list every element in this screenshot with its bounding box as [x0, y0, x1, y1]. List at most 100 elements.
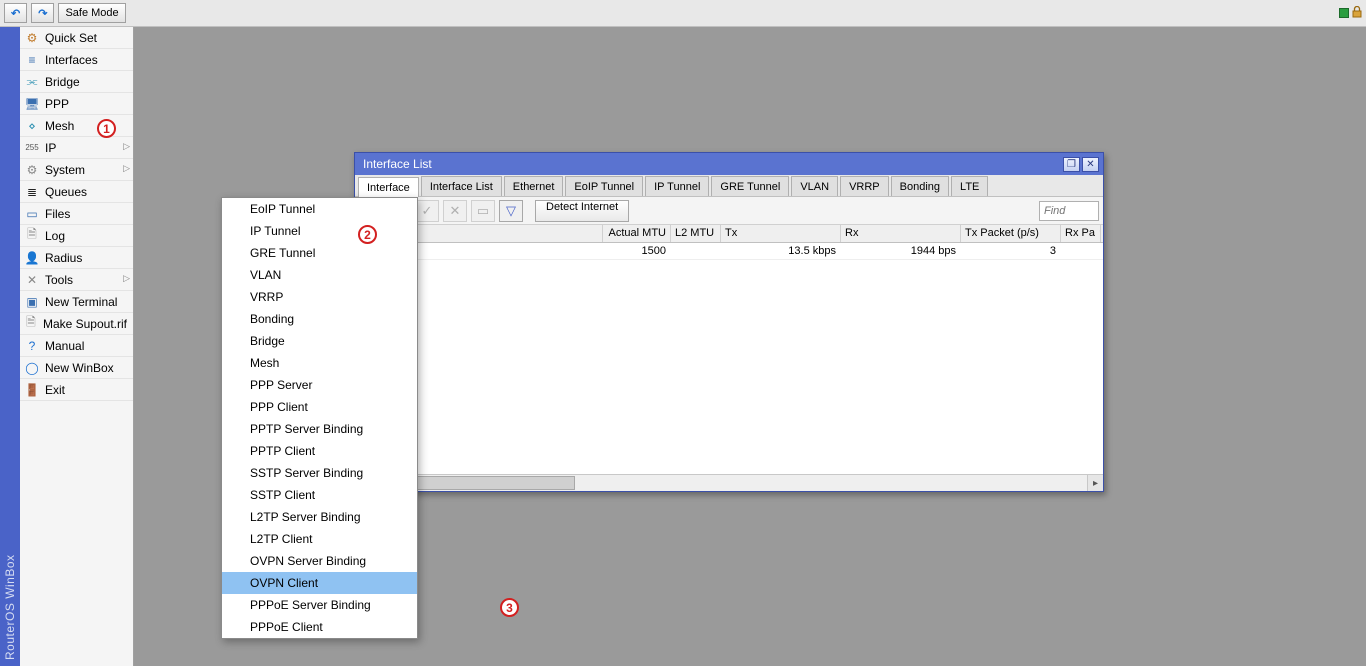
sidebar-item-ip[interactable]: 255IP▷: [20, 137, 133, 159]
sidebar-item-label: Exit: [45, 383, 127, 397]
sidebar-item-mesh[interactable]: ⋄Mesh: [20, 115, 133, 137]
tab-vrrp[interactable]: VRRP: [840, 176, 889, 196]
dropdown-item-mesh[interactable]: Mesh: [222, 352, 417, 374]
col-tx[interactable]: Tx: [721, 225, 841, 242]
filter-button[interactable]: ▽: [499, 200, 523, 222]
sidebar-item-log[interactable]: 🗎Log: [20, 225, 133, 247]
sidebar-item-exit[interactable]: 🚪 Exit: [20, 379, 133, 401]
tab-vlan[interactable]: VLAN: [791, 176, 838, 196]
dropdown-item-vrrp[interactable]: VRRP: [222, 286, 417, 308]
tools-icon: ✕: [24, 272, 40, 288]
dropdown-item-sstp-client[interactable]: SSTP Client: [222, 484, 417, 506]
annotation-3: 3: [500, 598, 519, 617]
horizontal-scrollbar[interactable]: ▸: [355, 474, 1103, 491]
annotation-2: 2: [358, 225, 377, 244]
lock-icon: [1352, 6, 1362, 21]
col-actual-mtu[interactable]: Actual MTU: [603, 225, 671, 242]
redo-button[interactable]: ↷: [31, 3, 54, 23]
scroll-right-button[interactable]: ▸: [1087, 475, 1103, 491]
dropdown-item-pppoe-client[interactable]: PPPoE Client: [222, 616, 417, 638]
window-titlebar[interactable]: Interface List ❐ ✕: [355, 153, 1103, 175]
app-title-bar: RouterOS WinBox: [0, 27, 20, 666]
main-toolbar: ↶ ↷ Safe Mode: [0, 0, 1366, 27]
safe-mode-button[interactable]: Safe Mode: [58, 3, 125, 23]
tab-gre-tunnel[interactable]: GRE Tunnel: [711, 176, 789, 196]
dropdown-item-sstp-server-binding[interactable]: SSTP Server Binding: [222, 462, 417, 484]
sidebar-item-tools[interactable]: ✕Tools▷: [20, 269, 133, 291]
radius-icon: 👤: [24, 250, 40, 266]
enable-button[interactable]: ✓: [415, 200, 439, 222]
grid-body[interactable]: 1500 13.5 kbps 1944 bps 3: [355, 243, 1103, 474]
cell-actual-mtu: 1500: [603, 245, 671, 257]
dropdown-item-l2tp-server-binding[interactable]: L2TP Server Binding: [222, 506, 417, 528]
dropdown-item-pptp-server-binding[interactable]: PPTP Server Binding: [222, 418, 417, 440]
window-toolbar: ✚▾ — ✓ ✕ ▭ ▽ Detect Internet: [355, 197, 1103, 225]
sidebar-item-queues[interactable]: ≣Queues: [20, 181, 133, 203]
dropdown-item-gre-tunnel[interactable]: GRE Tunnel: [222, 242, 417, 264]
tab-interface-list[interactable]: Interface List: [421, 176, 502, 196]
mesh-icon: ⋄: [24, 118, 40, 134]
sidebar-item-label: PPP: [45, 97, 127, 111]
col-rx[interactable]: Rx: [841, 225, 961, 242]
manual-icon: ?: [24, 338, 40, 354]
comment-button[interactable]: ▭: [471, 200, 495, 222]
sidebar-item-interfaces[interactable]: ≡Interfaces: [20, 49, 133, 71]
status-connected-icon: [1339, 8, 1349, 18]
window-title-text: Interface List: [363, 157, 432, 171]
sidebar-item-label: Log: [45, 229, 127, 243]
window-close-button[interactable]: ✕: [1082, 157, 1099, 172]
interface-list-window: Interface List ❐ ✕ InterfaceInterface Li…: [354, 152, 1104, 492]
ppp-icon: 🖥: [24, 96, 40, 112]
quick-set-icon: ⚙: [24, 30, 40, 46]
dropdown-item-pptp-client[interactable]: PPTP Client: [222, 440, 417, 462]
sidebar-item-manual[interactable]: ?Manual: [20, 335, 133, 357]
sidebar-item-label: New WinBox: [45, 361, 127, 375]
detect-internet-button[interactable]: Detect Internet: [535, 200, 629, 222]
dropdown-item-ovpn-server-binding[interactable]: OVPN Server Binding: [222, 550, 417, 572]
dropdown-item-ovpn-client[interactable]: OVPN Client: [222, 572, 417, 594]
dropdown-item-ppp-client[interactable]: PPP Client: [222, 396, 417, 418]
sidebar-item-label: Queues: [45, 185, 127, 199]
sidebar-item-ppp[interactable]: 🖥 PPP: [20, 93, 133, 115]
dropdown-item-bonding[interactable]: Bonding: [222, 308, 417, 330]
tab-eoip-tunnel[interactable]: EoIP Tunnel: [565, 176, 643, 196]
sidebar-item-label: Make Supout.rif: [43, 317, 127, 331]
sidebar-item-make-supout-rif[interactable]: 🗎 Make Supout.rif: [20, 313, 133, 335]
sidebar-item-label: Interfaces: [45, 53, 127, 67]
dropdown-item-ppp-server[interactable]: PPP Server: [222, 374, 417, 396]
new-terminal-icon: ▣: [24, 294, 40, 310]
dropdown-item-vlan[interactable]: VLAN: [222, 264, 417, 286]
col-l2-mtu[interactable]: L2 MTU: [671, 225, 721, 242]
ip-icon: 255: [24, 140, 40, 156]
sidebar-item-new-terminal[interactable]: ▣ New Terminal: [20, 291, 133, 313]
tab-interface[interactable]: Interface: [358, 177, 419, 197]
tab-lte[interactable]: LTE: [951, 176, 988, 196]
col-tx-pps[interactable]: Tx Packet (p/s): [961, 225, 1061, 242]
dropdown-item-bridge[interactable]: Bridge: [222, 330, 417, 352]
dropdown-item-eoip-tunnel[interactable]: EoIP Tunnel: [222, 198, 417, 220]
sidebar-item-label: Quick Set: [45, 31, 127, 45]
window-restore-button[interactable]: ❐: [1063, 157, 1080, 172]
make-supout-rif-icon: 🗎: [24, 316, 38, 332]
sidebar-item-radius[interactable]: 👤Radius: [20, 247, 133, 269]
tab-ip-tunnel[interactable]: IP Tunnel: [645, 176, 709, 196]
files-icon: ▭: [24, 206, 40, 222]
tab-bonding[interactable]: Bonding: [891, 176, 949, 196]
dropdown-item-ip-tunnel[interactable]: IP Tunnel: [222, 220, 417, 242]
sidebar-item-label: New Terminal: [45, 295, 127, 309]
dropdown-item-pppoe-server-binding[interactable]: PPPoE Server Binding: [222, 594, 417, 616]
sidebar-item-new-winbox[interactable]: ◯New WinBox: [20, 357, 133, 379]
disable-button[interactable]: ✕: [443, 200, 467, 222]
col-rx-pps[interactable]: Rx Pa ▼: [1061, 225, 1101, 242]
table-row[interactable]: 1500 13.5 kbps 1944 bps 3: [355, 243, 1103, 260]
sidebar-item-bridge[interactable]: ⫘Bridge: [20, 71, 133, 93]
undo-button[interactable]: ↶: [4, 3, 27, 23]
grid-header: Actual MTU L2 MTU Tx Rx Tx Packet (p/s) …: [355, 225, 1103, 243]
find-input[interactable]: [1039, 201, 1099, 221]
sidebar-item-quick-set[interactable]: ⚙ Quick Set: [20, 27, 133, 49]
exit-icon: 🚪: [24, 382, 40, 398]
sidebar-item-files[interactable]: ▭Files: [20, 203, 133, 225]
dropdown-item-l2tp-client[interactable]: L2TP Client: [222, 528, 417, 550]
sidebar-item-system[interactable]: ⚙System▷: [20, 159, 133, 181]
tab-ethernet[interactable]: Ethernet: [504, 176, 564, 196]
